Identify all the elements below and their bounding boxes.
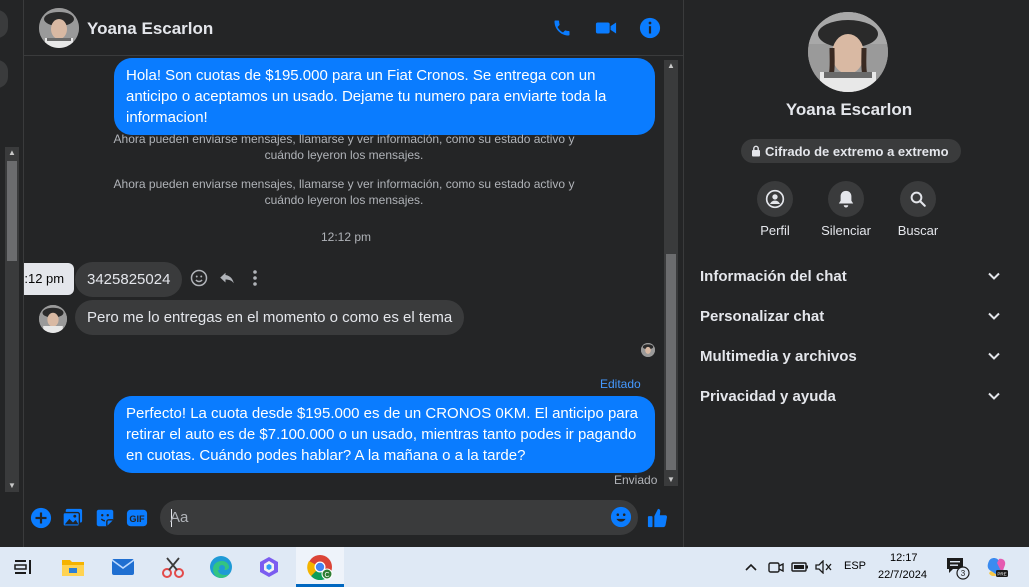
sticker-icon[interactable] <box>93 506 117 530</box>
section-label: Personalizar chat <box>700 307 825 325</box>
composer: GIF <box>24 494 683 547</box>
incoming-message[interactable]: 3425825024 <box>75 262 183 297</box>
chevron-down-icon <box>988 352 1000 360</box>
mail-icon[interactable] <box>107 551 139 583</box>
emoji-react-icon[interactable] <box>188 267 210 289</box>
lock-icon <box>752 145 760 157</box>
notification-icon[interactable]: 3 <box>943 551 971 583</box>
profile-avatar[interactable] <box>808 12 888 92</box>
profile-icon <box>757 181 793 217</box>
section-customize-chat[interactable]: Personalizar chat <box>700 298 1000 334</box>
message-list: Hola! Son cuotas de $195.000 para un Fia… <box>24 57 683 494</box>
mute-button[interactable]: Silenciar <box>811 181 881 238</box>
search-button[interactable]: Buscar <box>883 181 953 238</box>
svg-text:GIF: GIF <box>129 514 145 524</box>
bell-icon <box>828 181 864 217</box>
system-notice: Ahora pueden enviarse mensajes, llamarse… <box>113 132 575 162</box>
scroll-up-arrow[interactable]: ▲ <box>5 147 19 159</box>
contact-name[interactable]: Yoana Escarlon <box>87 19 213 39</box>
copilot-icon[interactable] <box>253 551 285 583</box>
outgoing-message[interactable]: Hola! Son cuotas de $195.000 para un Fia… <box>114 58 655 135</box>
chat-header: Yoana Escarlon <box>24 0 683 56</box>
sent-status: Enviado <box>614 473 658 487</box>
seen-avatar <box>641 343 655 357</box>
message-input-box[interactable] <box>160 500 638 535</box>
section-label: Multimedia y archivos <box>700 347 857 365</box>
conversation-info-panel: Yoana Escarlon Cifrado de extremo a extr… <box>683 0 1029 547</box>
e2e-encryption-badge[interactable]: Cifrado de extremo a extremo <box>741 139 961 163</box>
svg-text:PRE: PRE <box>997 571 1006 576</box>
info-icon[interactable] <box>636 14 664 42</box>
profile-button[interactable]: Perfil <box>740 181 810 238</box>
plus-icon[interactable] <box>29 506 53 530</box>
section-media-files[interactable]: Multimedia y archivos <box>700 338 1000 374</box>
chat-list-scrollbar[interactable]: ▲ ▼ <box>5 147 19 492</box>
timestamp: 12:12 pm <box>321 230 372 244</box>
photo-icon[interactable] <box>61 506 85 530</box>
chevron-up-icon[interactable] <box>740 551 762 583</box>
gif-icon[interactable]: GIF <box>125 506 149 530</box>
messenger-window: ▲ ▼ Yoana Escarlon Hola! Son cuotas de $… <box>0 0 1029 547</box>
chevron-down-icon <box>988 272 1000 280</box>
message-scrollbar[interactable]: ▲ ▼ <box>664 60 678 486</box>
file-explorer-icon[interactable] <box>57 551 89 583</box>
copilot-pre-icon[interactable]: PRE <box>983 551 1011 583</box>
chevron-down-icon <box>988 392 1000 400</box>
profile-name: Yoana Escarlon <box>785 100 913 119</box>
chat-list-item[interactable] <box>0 60 8 88</box>
volume-muted-icon[interactable] <box>813 551 835 583</box>
scroll-thumb[interactable] <box>7 161 17 261</box>
section-chat-info[interactable]: Información del chat <box>700 258 1000 294</box>
edge-icon[interactable] <box>205 551 237 583</box>
chevron-down-icon <box>988 312 1000 320</box>
system-notice: Ahora pueden enviarse mensajes, llamarse… <box>113 177 575 207</box>
svg-text:C: C <box>324 572 329 579</box>
chat-list-item[interactable] <box>0 10 8 38</box>
section-privacy-help[interactable]: Privacidad y ayuda <box>700 378 1000 414</box>
svg-text:3: 3 <box>961 569 966 578</box>
avatar[interactable] <box>39 8 79 48</box>
mute-label: Silenciar <box>821 223 871 238</box>
scroll-up-arrow[interactable]: ▲ <box>664 60 678 72</box>
scroll-down-arrow[interactable]: ▼ <box>5 480 19 492</box>
task-view-icon[interactable] <box>7 551 39 583</box>
reply-icon[interactable] <box>216 267 238 289</box>
section-label: Privacidad y ayuda <box>700 387 836 405</box>
like-icon[interactable] <box>646 506 670 530</box>
battery-icon[interactable] <box>789 551 811 583</box>
phone-icon[interactable] <box>548 14 576 42</box>
clock-date[interactable]: 22/7/2024 <box>878 569 927 581</box>
outgoing-message[interactable]: Perfecto! La cuota desde $195.000 es de … <box>114 396 655 473</box>
scroll-down-arrow[interactable]: ▼ <box>664 474 678 486</box>
profile-label: Perfil <box>760 223 790 238</box>
video-camera-icon[interactable] <box>592 14 620 42</box>
time-tooltip: 12:12 pm <box>24 263 74 295</box>
clock-time[interactable]: 12:17 <box>890 552 918 564</box>
search-label: Buscar <box>897 223 939 238</box>
more-options-icon[interactable] <box>244 267 266 289</box>
meet-now-icon[interactable] <box>765 551 787 583</box>
avatar[interactable] <box>39 305 67 333</box>
taskbar: C ESP 12:17 22/7/2024 3 PRE <box>0 547 1029 587</box>
emoji-icon[interactable] <box>610 506 632 528</box>
section-label: Información del chat <box>700 267 847 285</box>
language-indicator[interactable]: ESP <box>844 560 866 572</box>
scroll-thumb[interactable] <box>666 254 676 470</box>
edited-label[interactable]: Editado <box>600 377 641 391</box>
e2e-label: Cifrado de extremo a extremo <box>765 143 949 159</box>
snipping-tool-icon[interactable] <box>157 551 189 583</box>
chrome-icon[interactable]: C <box>304 551 336 583</box>
incoming-message[interactable]: Pero me lo entregas en el momento o como… <box>75 300 465 335</box>
message-input[interactable] <box>170 500 590 535</box>
search-icon <box>900 181 936 217</box>
